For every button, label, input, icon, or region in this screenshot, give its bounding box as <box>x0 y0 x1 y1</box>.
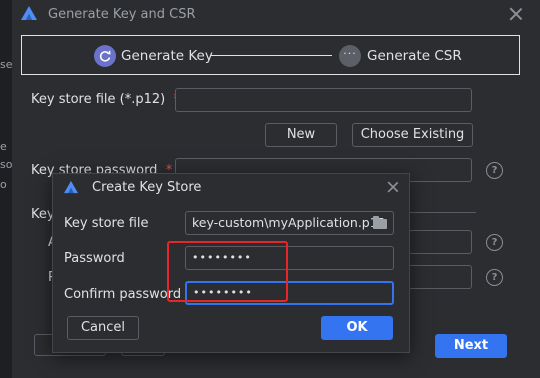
new-button[interactable]: New <box>265 123 337 147</box>
step-indicator: Generate Key ··· Generate CSR <box>21 35 520 75</box>
close-icon[interactable] <box>509 7 523 21</box>
confirm-password-label: Confirm password <box>64 287 182 302</box>
key-store-file-label: Key store file (*.p12) * <box>31 92 180 107</box>
app-logo-icon <box>21 6 37 20</box>
alias-input[interactable] <box>408 230 472 254</box>
close-icon[interactable] <box>387 181 399 193</box>
help-icon[interactable]: ? <box>486 234 503 251</box>
background-text-fragment: se <box>0 58 13 71</box>
section-divider <box>408 212 476 213</box>
ok-button[interactable]: OK <box>321 316 393 340</box>
background-text-fragment: e <box>0 140 7 153</box>
next-button[interactable]: Next <box>435 334 507 358</box>
key-store-file-path: key-custom\myApplication.p12 <box>192 215 386 230</box>
background-text-fragment: o <box>0 178 7 191</box>
step-generate-key-label: Generate Key <box>121 48 213 64</box>
key-store-file-label: Key store file <box>64 216 149 231</box>
help-icon[interactable]: ? <box>486 269 503 286</box>
folder-icon[interactable] <box>373 216 387 229</box>
modal-title: Create Key Store <box>92 180 202 195</box>
password-input[interactable] <box>408 265 472 289</box>
background-text-fragment: so <box>0 158 13 171</box>
password-label: Password <box>64 251 125 266</box>
key-store-file-path-field[interactable]: key-custom\myApplication.p12 <box>185 211 394 235</box>
choose-existing-button[interactable]: Choose Existing <box>352 123 473 147</box>
app-logo-icon <box>64 180 78 194</box>
highlight-annotation <box>167 241 288 302</box>
cancel-button[interactable]: Cancel <box>67 316 139 340</box>
step-connector <box>210 55 332 56</box>
refresh-icon <box>99 50 111 62</box>
dialog-title: Generate Key and CSR <box>48 7 196 22</box>
step-generate-csr-label: Generate CSR <box>367 48 462 64</box>
step-pending-icon: ··· <box>339 45 361 67</box>
help-icon[interactable]: ? <box>486 162 503 179</box>
key-store-file-input[interactable] <box>175 88 472 112</box>
step-active-icon <box>94 45 116 67</box>
